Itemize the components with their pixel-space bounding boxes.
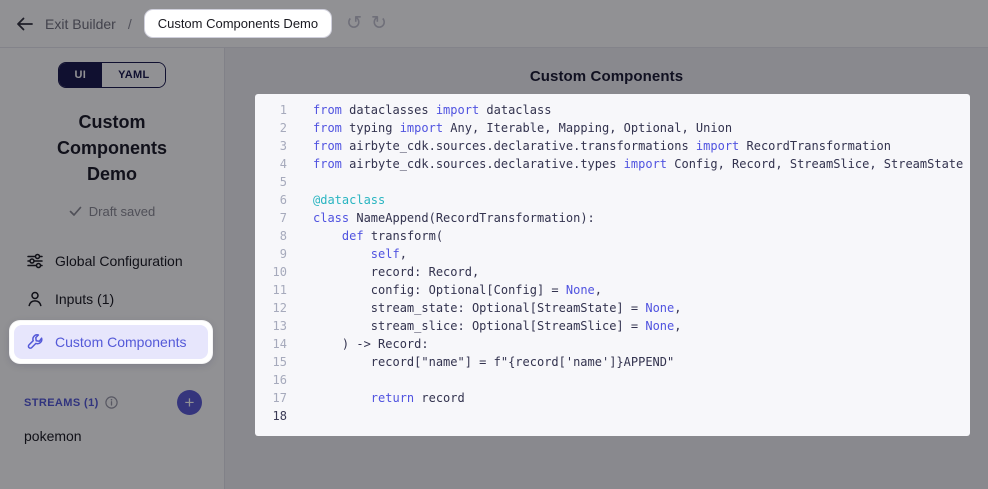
exit-builder-link[interactable]: Exit Builder (45, 16, 116, 32)
code-text: self, (287, 247, 407, 261)
topbar: Exit Builder / Custom Components Demo ↺ … (0, 0, 988, 48)
code-text: stream_state: Optional[StreamState] = No… (287, 301, 681, 315)
history-controls: ↺ ↻ (346, 14, 387, 33)
code-line[interactable]: 16 (255, 371, 970, 389)
custom-components-spotlight: Custom Components (10, 321, 212, 363)
sidebar-item-label: Global Configuration (55, 253, 183, 269)
sidebar-item-inputs[interactable]: Inputs (1) (0, 280, 224, 318)
code-text: ) -> Record: (287, 337, 429, 351)
line-number: 18 (255, 409, 287, 423)
info-icon[interactable] (105, 396, 118, 409)
project-title-input[interactable]: Custom Components Demo (144, 9, 332, 38)
add-stream-button[interactable]: + (177, 390, 202, 415)
save-status: Draft saved (0, 204, 224, 219)
streams-header: STREAMS (1) (24, 397, 99, 409)
code-line[interactable]: 5 (255, 173, 970, 191)
code-line[interactable]: 13 stream_slice: Optional[StreamSlice] =… (255, 317, 970, 335)
sidebar-project-title: Custom Components Demo (34, 109, 190, 187)
line-number: 15 (255, 355, 287, 369)
code-line[interactable]: 6@dataclass (255, 191, 970, 209)
code-text: from dataclasses import dataclass (287, 103, 551, 117)
code-text: record: Record, (287, 265, 479, 279)
line-number: 3 (255, 139, 287, 153)
ui-yaml-toggle: UI YAML (58, 62, 167, 88)
code-text: stream_slice: Optional[StreamSlice] = No… (287, 319, 681, 333)
code-line[interactable]: 8 def transform( (255, 227, 970, 245)
main-content: Custom Components 1from dataclasses impo… (225, 48, 988, 489)
line-number: 17 (255, 391, 287, 405)
code-line[interactable]: 17 return record (255, 389, 970, 407)
sidebar-nav: Global Configuration Inputs (1) (0, 242, 224, 444)
sidebar-item-custom-components[interactable]: Custom Components (14, 325, 208, 359)
stream-item[interactable]: pokemon (0, 415, 224, 444)
code-text: config: Optional[Config] = None, (287, 283, 602, 297)
code-text: def transform( (287, 229, 443, 243)
code-line[interactable]: 12 stream_state: Optional[StreamState] =… (255, 299, 970, 317)
sidebar-item-global-configuration[interactable]: Global Configuration (0, 242, 224, 280)
line-number: 8 (255, 229, 287, 243)
toggle-ui[interactable]: UI (59, 63, 103, 87)
line-number: 6 (255, 193, 287, 207)
code-line[interactable]: 15 record["name"] = f"{record['name']}AP… (255, 353, 970, 371)
code-line[interactable]: 1from dataclasses import dataclass (255, 101, 970, 119)
plus-icon: + (185, 394, 195, 411)
code-text: from airbyte_cdk.sources.declarative.typ… (287, 157, 963, 171)
code-lines: 1from dataclasses import dataclass2from … (255, 101, 970, 425)
undo-icon[interactable]: ↺ (346, 14, 362, 33)
page-title: Custom Components (225, 68, 988, 85)
sliders-icon (26, 252, 44, 270)
code-line[interactable]: 14 ) -> Record: (255, 335, 970, 353)
line-number: 7 (255, 211, 287, 225)
user-icon (26, 290, 44, 308)
line-number: 5 (255, 175, 287, 189)
code-line[interactable]: 18 (255, 407, 970, 425)
save-status-label: Draft saved (89, 204, 155, 219)
line-number: 1 (255, 103, 287, 117)
sidebar: UI YAML Custom Components Demo Draft sav… (0, 48, 225, 489)
sidebar-item-label: Inputs (1) (55, 291, 114, 307)
line-number: 12 (255, 301, 287, 315)
page-body: UI YAML Custom Components Demo Draft sav… (0, 48, 988, 489)
line-number: 2 (255, 121, 287, 135)
code-line[interactable]: 4from airbyte_cdk.sources.declarative.ty… (255, 155, 970, 173)
code-editor[interactable]: 1from dataclasses import dataclass2from … (255, 94, 970, 436)
line-number: 9 (255, 247, 287, 261)
code-line[interactable]: 7class NameAppend(RecordTransformation): (255, 209, 970, 227)
code-text: @dataclass (287, 193, 385, 207)
code-line[interactable]: 10 record: Record, (255, 263, 970, 281)
line-number: 16 (255, 373, 287, 387)
code-line[interactable]: 11 config: Optional[Config] = None, (255, 281, 970, 299)
code-text: from typing import Any, Iterable, Mappin… (287, 121, 732, 135)
line-number: 13 (255, 319, 287, 333)
wrench-icon (26, 333, 44, 351)
toggle-yaml[interactable]: YAML (102, 63, 165, 87)
code-text: class NameAppend(RecordTransformation): (287, 211, 595, 225)
code-text: return record (287, 391, 465, 405)
sidebar-item-label: Custom Components (55, 334, 187, 350)
line-number: 14 (255, 337, 287, 351)
back-arrow-icon (16, 17, 33, 31)
code-text: from airbyte_cdk.sources.declarative.tra… (287, 139, 891, 153)
code-text: record["name"] = f"{record['name']}APPEN… (287, 355, 674, 369)
line-number: 10 (255, 265, 287, 279)
code-line[interactable]: 3from airbyte_cdk.sources.declarative.tr… (255, 137, 970, 155)
redo-icon[interactable]: ↻ (371, 14, 387, 33)
back-button[interactable] (16, 17, 33, 31)
code-line[interactable]: 9 self, (255, 245, 970, 263)
line-number: 11 (255, 283, 287, 297)
stream-list: pokemon (0, 415, 224, 444)
line-number: 4 (255, 157, 287, 171)
check-icon (69, 206, 82, 217)
breadcrumb-separator: / (128, 16, 132, 32)
code-line[interactable]: 2from typing import Any, Iterable, Mappi… (255, 119, 970, 137)
streams-header-row: STREAMS (1) + (0, 390, 224, 415)
